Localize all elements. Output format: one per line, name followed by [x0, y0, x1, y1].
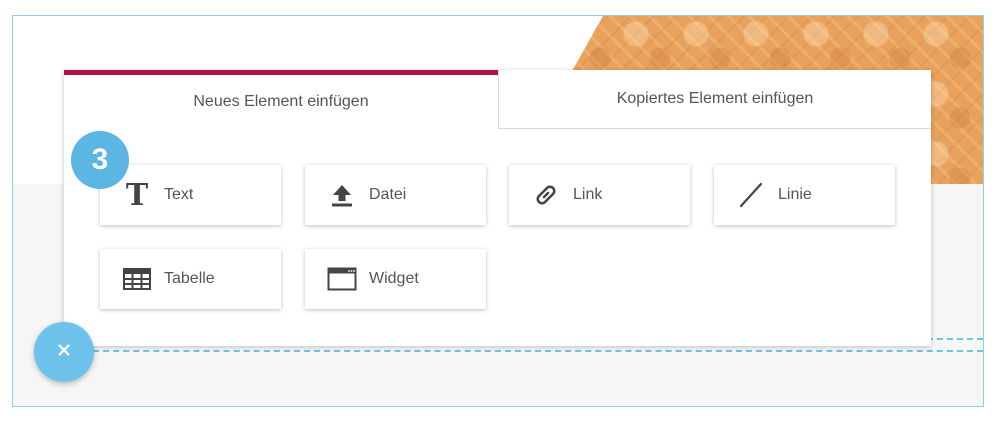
- widget-icon: [325, 264, 359, 294]
- insert-link-button[interactable]: Link: [509, 165, 690, 225]
- drop-zone-line: [83, 350, 983, 352]
- close-button[interactable]: [34, 322, 94, 382]
- table-icon: [120, 264, 154, 294]
- step-number-badge: 3: [71, 131, 129, 189]
- upload-icon: [325, 180, 359, 210]
- button-label: Linie: [778, 186, 812, 203]
- insert-widget-button[interactable]: Widget: [305, 249, 486, 309]
- tab-label: Kopiertes Element einfügen: [616, 90, 814, 107]
- tab-label: Neues Element einfügen: [193, 93, 369, 110]
- insert-text-button[interactable]: T Text: [100, 165, 281, 225]
- button-label: Widget: [369, 270, 419, 287]
- link-icon: [529, 180, 563, 210]
- button-label: Tabelle: [164, 270, 215, 287]
- insert-table-button[interactable]: Tabelle: [100, 249, 281, 309]
- line-icon: [734, 180, 768, 210]
- button-label: Link: [573, 186, 603, 203]
- tab-new-element[interactable]: Neues Element einfügen: [64, 70, 498, 129]
- button-label: Datei: [369, 186, 407, 203]
- step-number: 3: [91, 143, 109, 176]
- insert-element-panel: Neues Element einfügen Kopiertes Element…: [64, 70, 931, 346]
- insert-line-button[interactable]: Linie: [714, 165, 895, 225]
- text-icon: T: [125, 177, 149, 213]
- tab-copied-element[interactable]: Kopiertes Element einfügen: [498, 70, 931, 129]
- insert-file-button[interactable]: Datei: [305, 165, 486, 225]
- close-icon: [56, 342, 72, 363]
- button-label: Text: [164, 186, 194, 203]
